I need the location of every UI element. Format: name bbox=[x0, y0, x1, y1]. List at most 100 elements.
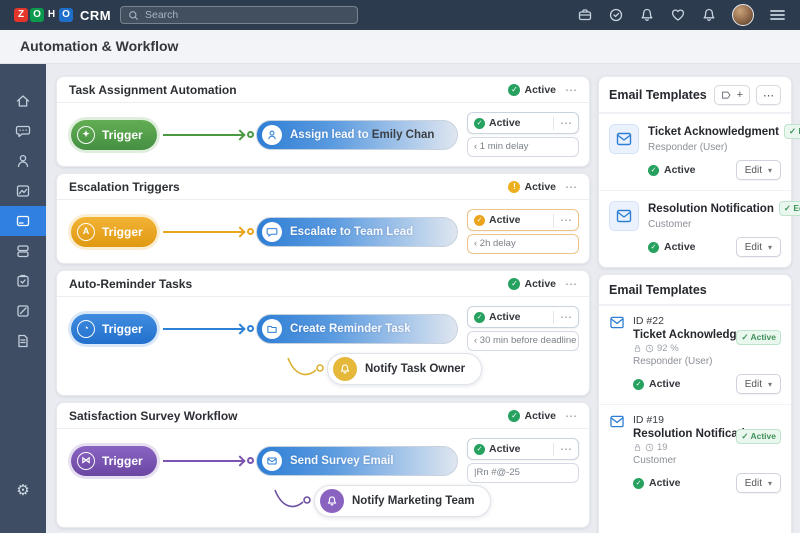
card-icon bbox=[16, 215, 30, 227]
workflow-card-escalation: Escalation Triggers ! Active ⋯ A Trigger… bbox=[56, 173, 590, 264]
template-audience: Customer bbox=[648, 219, 692, 230]
notify-connector bbox=[287, 357, 324, 376]
chevron-down-icon: ▾ bbox=[767, 478, 772, 488]
sidebar-item-tasks[interactable] bbox=[0, 266, 46, 296]
sidebar-item-settings[interactable]: ⚙ bbox=[0, 481, 46, 499]
warning-circle-icon: ! bbox=[508, 180, 521, 193]
email-templates-detail-panel: Email Templates ID #22 ✓ Active Ticket A… bbox=[598, 274, 792, 533]
status-badge: ✓ Active bbox=[508, 409, 556, 422]
flow-connector bbox=[157, 225, 256, 238]
panel-title: Email Templates bbox=[609, 283, 707, 297]
sidebar-item-compose[interactable] bbox=[0, 296, 46, 326]
more-icon[interactable]: ⋯ bbox=[565, 410, 577, 422]
page-title: Automation & Workflow bbox=[20, 38, 179, 54]
workflow-title: Task Assignment Automation bbox=[69, 82, 237, 97]
trigger-pill[interactable]: ◔ Trigger bbox=[71, 313, 157, 344]
email-templates-sidebar: Email Templates + ⋯ Ticket Acknowledgmen… bbox=[598, 76, 800, 533]
edit-dropdown-button[interactable]: Edit ▾ bbox=[735, 160, 781, 180]
status-badge: ✓ Active bbox=[508, 277, 556, 290]
more-icon[interactable]: ⋯ bbox=[565, 181, 577, 193]
app-window: Z O H O CRM Automation & Workflow bbox=[0, 0, 800, 533]
more-icon[interactable]: ⋯ bbox=[560, 117, 572, 129]
edit-dropdown-button[interactable]: Edit ▾ bbox=[735, 237, 781, 257]
action-node-escalate[interactable]: Escalate to Team Lead bbox=[256, 216, 458, 247]
check-circle-icon: ✓ bbox=[508, 409, 521, 422]
bell-icon-2[interactable] bbox=[701, 7, 717, 23]
chat-icon bbox=[262, 221, 282, 242]
briefcase-icon[interactable] bbox=[577, 7, 593, 23]
edit-dropdown-button[interactable]: Edit ▾ bbox=[735, 473, 781, 493]
more-icon[interactable]: ⋯ bbox=[565, 278, 577, 290]
trigger-pill[interactable]: A Trigger bbox=[71, 216, 157, 247]
edit-dropdown-button[interactable]: Edit ▾ bbox=[735, 374, 781, 394]
chevron-down-icon: ▾ bbox=[767, 379, 772, 389]
connector-dot bbox=[247, 228, 254, 235]
sidebar-item-decks[interactable] bbox=[0, 236, 46, 266]
template-item-id-22[interactable]: ID #22 ✓ Active Ticket Acknowledgment 92… bbox=[599, 305, 791, 404]
node-status-panel: ✓ Active ⋯ |Rn #@-25 bbox=[467, 438, 579, 483]
assignee-name: Emily Chan bbox=[371, 128, 435, 141]
sidebar-item-billing[interactable] bbox=[0, 206, 46, 236]
delay-label: |Rn #@-25 bbox=[467, 463, 579, 483]
trigger-pill[interactable]: ⋈ Trigger bbox=[71, 445, 157, 476]
plus-icon: + bbox=[736, 89, 743, 101]
more-icon[interactable]: ⋯ bbox=[560, 443, 572, 455]
node-status[interactable]: ✓ Active ⋯ bbox=[467, 112, 579, 134]
user-avatar[interactable] bbox=[732, 4, 754, 26]
bell-icon[interactable] bbox=[639, 7, 655, 23]
document-icon bbox=[18, 334, 28, 348]
sidebar-item-home[interactable] bbox=[0, 86, 46, 116]
mail-icon bbox=[609, 316, 625, 334]
notify-connector bbox=[274, 489, 311, 508]
chevron-icon bbox=[234, 322, 246, 335]
zoho-crm-logo[interactable]: Z O H O CRM bbox=[14, 8, 111, 23]
node-status-panel: ✓ Active ⋯ ‹ 2h delay bbox=[467, 209, 579, 254]
sidebar-item-media[interactable] bbox=[0, 176, 46, 206]
more-icon[interactable]: ⋯ bbox=[560, 214, 572, 226]
global-search[interactable] bbox=[120, 6, 358, 24]
template-item-resolution-notification[interactable]: Resolution Notification ✓ Edit Customer … bbox=[599, 190, 800, 267]
more-icon[interactable]: ⋯ bbox=[565, 84, 577, 96]
template-audience: Responder (User) bbox=[648, 142, 728, 153]
logo-letter-h: H bbox=[47, 9, 56, 20]
action-node-send-email[interactable]: Send Survey Email bbox=[256, 445, 458, 476]
status-badge: ✓ Active bbox=[508, 83, 556, 96]
add-template-button[interactable]: + bbox=[713, 85, 750, 105]
menu-icon[interactable] bbox=[769, 8, 786, 22]
template-item-id-19[interactable]: ID #19 ✓ Active Resolution Notification … bbox=[599, 404, 791, 503]
sidebar-item-documents[interactable] bbox=[0, 326, 46, 356]
notify-task-owner-card[interactable]: Notify Task Owner bbox=[327, 353, 483, 385]
template-item-ticket-acknowledgment[interactable]: Ticket Acknowledgment ✓ E66 Responder (U… bbox=[599, 113, 800, 190]
search-input[interactable] bbox=[145, 9, 350, 21]
folder-icon bbox=[262, 318, 282, 339]
action-node-create-task[interactable]: Create Reminder Task bbox=[256, 313, 458, 344]
trigger-pill[interactable]: ✦ Trigger bbox=[71, 119, 157, 150]
panel-more-button[interactable]: ⋯ bbox=[756, 85, 781, 105]
clock-icon: ◔ bbox=[77, 319, 95, 338]
stack-icon bbox=[17, 245, 29, 258]
person-icon bbox=[262, 124, 282, 145]
chevron-down-icon: ▾ bbox=[767, 242, 772, 252]
node-status[interactable]: ✓ Active ⋯ bbox=[467, 438, 579, 460]
mail-icon bbox=[609, 201, 639, 231]
check-circle-icon: ✓ bbox=[648, 164, 659, 176]
template-id: ID #22 bbox=[633, 315, 664, 327]
check-circle-icon: ✓ bbox=[648, 241, 659, 253]
flow-connector bbox=[157, 128, 256, 141]
delay-label: ‹ 2h delay bbox=[467, 234, 579, 254]
action-node-assign-lead[interactable]: Assign lead to Emily Chan bbox=[256, 119, 458, 150]
more-icon[interactable]: ⋯ bbox=[560, 311, 572, 323]
node-status[interactable]: ✓ Active ⋯ bbox=[467, 306, 579, 328]
heart-icon[interactable] bbox=[670, 7, 686, 23]
clock-check-icon[interactable] bbox=[608, 7, 624, 23]
sidebar-item-contacts[interactable] bbox=[0, 146, 46, 176]
bell-icon bbox=[333, 357, 357, 381]
clock-icon bbox=[645, 443, 654, 452]
bowtie-icon: ⋈ bbox=[77, 451, 95, 470]
node-status[interactable]: ✓ Active ⋯ bbox=[467, 209, 579, 231]
check-circle-icon: ✓ bbox=[474, 117, 485, 129]
template-badge: ✓ Edit bbox=[778, 201, 800, 216]
sidebar-item-messages[interactable] bbox=[0, 116, 46, 146]
notify-marketing-team-card[interactable]: Notify Marketing Team bbox=[314, 485, 492, 517]
person-icon bbox=[17, 154, 29, 168]
